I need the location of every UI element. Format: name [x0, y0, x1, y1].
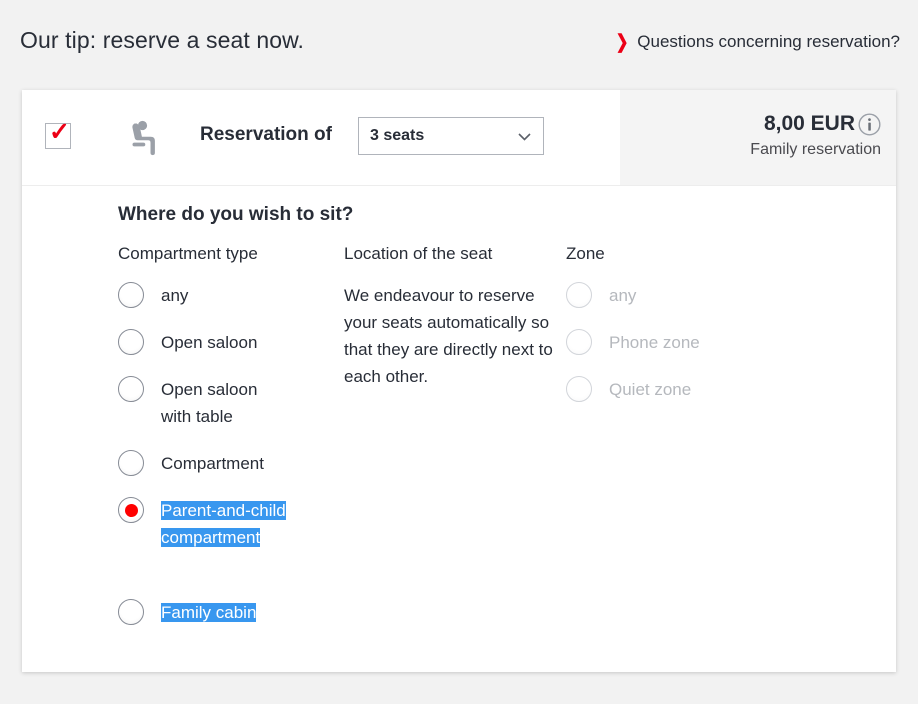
seat-count-value: 3 seats: [370, 127, 425, 144]
section-title: Where do you wish to sit?: [118, 204, 354, 225]
column-heading-location: Location of the seat: [344, 244, 493, 263]
reservation-card: ✓ Reservation of 3 seats 8,00 EUR Family…: [22, 90, 896, 672]
chevron-down-icon: [518, 130, 531, 143]
compartment-type-option-label: Parent-and-child compartment: [161, 501, 286, 547]
compartment-type-option-label: any: [161, 286, 189, 305]
location-note: We endeavour to reserve your seats autom…: [344, 286, 553, 386]
zone-option: any: [566, 282, 636, 309]
radio-button-icon: [566, 282, 592, 308]
questions-link[interactable]: ❯ Questions concerning reservation?: [616, 32, 900, 52]
reservation-of-label: Reservation of: [200, 124, 332, 145]
price-panel-background: [620, 90, 896, 185]
compartment-type-option-label: Family cabin: [161, 603, 257, 622]
column-heading-zone: Zone: [566, 244, 605, 263]
compartment-type-option-label: Open saloon: [161, 333, 258, 352]
compartment-type-option-label: Open saloon with table: [161, 380, 258, 426]
questions-link-label: Questions concerning reservation?: [637, 32, 900, 51]
seat-count-select[interactable]: 3 seats: [358, 117, 544, 155]
compartment-type-option[interactable]: Compartment: [118, 450, 264, 477]
zone-option: Quiet zone: [566, 376, 691, 403]
check-mark-icon: ✓: [49, 118, 70, 146]
price-amount: 8,00 EUR: [763, 112, 855, 135]
page-header: Our tip: reserve a seat now. ❯ Questions…: [0, 0, 918, 90]
column-heading-compartment: Compartment type: [118, 244, 258, 263]
compartment-type-option[interactable]: any: [118, 282, 188, 309]
radio-button-icon[interactable]: [118, 329, 144, 355]
compartment-type-option[interactable]: Open saloon: [118, 329, 257, 356]
info-icon[interactable]: [858, 113, 881, 136]
price-subtitle: Family reservation: [750, 141, 881, 158]
zone-option: Phone zone: [566, 329, 700, 356]
radio-button-icon[interactable]: [118, 599, 144, 625]
compartment-type-option[interactable]: Family cabin: [118, 599, 257, 626]
zone-option-label: any: [609, 286, 637, 305]
radio-button-icon[interactable]: [118, 282, 144, 308]
page-title: Our tip: reserve a seat now.: [20, 27, 305, 53]
seat-person-icon: [122, 118, 164, 160]
compartment-type-option-label: Compartment: [161, 454, 264, 473]
compartment-type-option[interactable]: Open saloon with table: [118, 376, 286, 430]
radio-selected-dot: [124, 503, 138, 517]
zone-option-label: Quiet zone: [609, 380, 692, 399]
reservation-checkbox[interactable]: ✓: [45, 119, 71, 149]
chevron-right-icon: ❯: [615, 31, 629, 53]
reservation-card-header: ✓ Reservation of 3 seats 8,00 EUR Family…: [22, 90, 896, 186]
radio-button-icon[interactable]: [118, 376, 144, 402]
radio-button-icon[interactable]: [118, 497, 144, 523]
radio-button-icon: [566, 376, 592, 402]
zone-option-label: Phone zone: [609, 333, 700, 352]
compartment-type-option[interactable]: Parent-and-child compartment: [118, 497, 286, 551]
radio-button-icon[interactable]: [118, 450, 144, 476]
radio-button-icon: [566, 329, 592, 355]
